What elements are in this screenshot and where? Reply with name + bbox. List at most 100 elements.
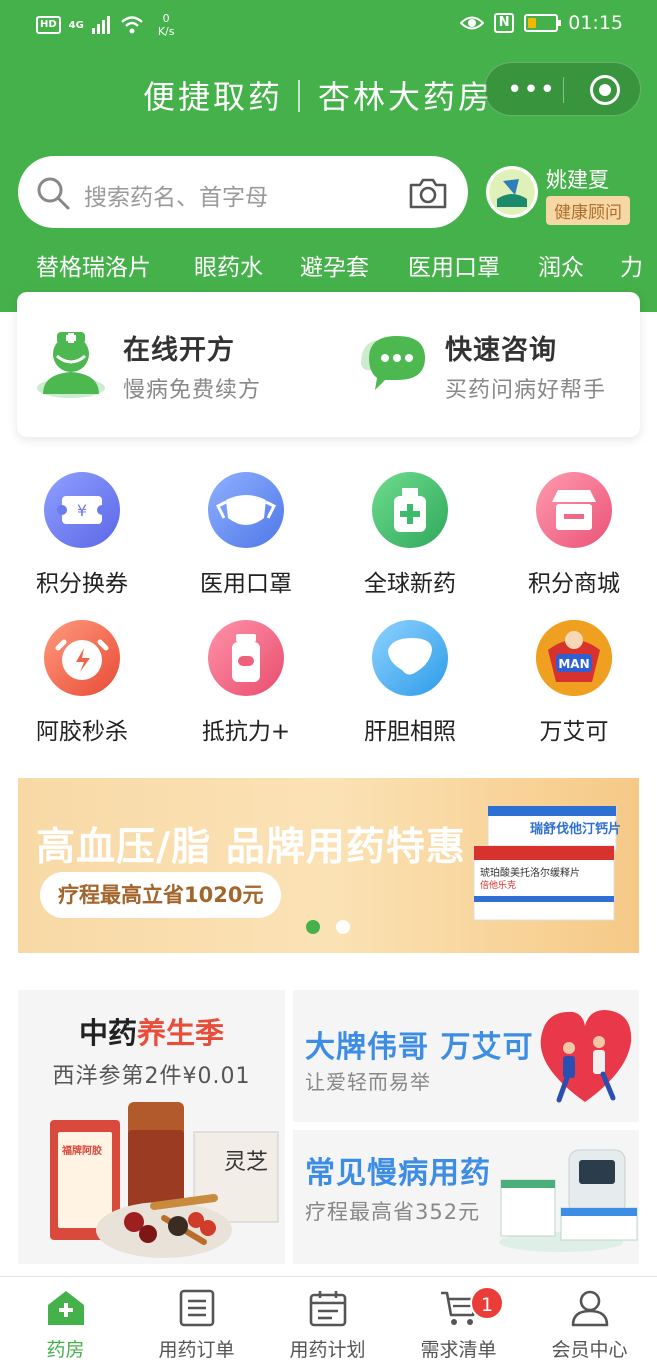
hot-tag[interactable]: 润众 — [538, 248, 584, 282]
grid-label: 积分换券 — [36, 571, 128, 597]
order-list-icon — [179, 1289, 215, 1327]
net-speed-unit: K/s — [157, 25, 175, 38]
promo-chronic-card[interactable]: 常见慢病用药 疗程最高省352元 — [293, 1130, 639, 1264]
grid-label: 抵抗力+ — [201, 719, 291, 745]
hot-tag[interactable]: 医用口罩 — [408, 248, 500, 282]
tab-pharmacy[interactable]: 药房 — [0, 1277, 131, 1366]
banner-title: 高血压/脂 品牌用药特惠 — [36, 825, 466, 870]
status-left: HD 4G 0 K/s — [36, 12, 175, 38]
miniapp-capsule: ••• — [484, 62, 641, 116]
grid-item-liver-gallbladder[interactable]: 肝胆相照 — [330, 620, 490, 750]
status-time: 01:15 — [568, 12, 623, 34]
grid-item-medical-mask[interactable]: 医用口罩 — [166, 472, 326, 602]
heart-couple-image — [540, 1010, 632, 1103]
promo-viagra-card[interactable]: 大牌伟哥 万艾可 让爱轻而易举 — [293, 990, 639, 1122]
coupon-icon: ¥ — [44, 472, 120, 548]
grid-item-immunity[interactable]: 抵抗力+ — [166, 620, 326, 750]
avatar-logo-icon — [490, 170, 534, 214]
blood-pressure-products-image — [499, 1149, 638, 1252]
promo-tcm-title-highlight: 养生季 — [137, 1016, 225, 1050]
cart-count-badge: 1 — [470, 1286, 504, 1320]
grid-label: 阿胶秒杀 — [36, 719, 128, 745]
mask-icon — [208, 472, 284, 548]
service-title: 在线开方 — [123, 335, 235, 366]
online-prescription-entry[interactable]: 在线开方 慢病免费续方 — [17, 292, 317, 437]
status-right: N 01:15 — [460, 12, 623, 34]
tcm-products-image — [50, 1102, 279, 1258]
svg-text:¥: ¥ — [77, 501, 87, 520]
store-icon — [536, 472, 612, 548]
search-icon — [37, 177, 70, 210]
tab-plan[interactable]: 用药计划 — [262, 1277, 393, 1366]
more-button[interactable]: ••• — [507, 75, 556, 105]
promo-tcm-subtitle: 西洋参第2件¥0.01 — [52, 1064, 251, 1089]
tab-label: 需求清单 — [420, 1339, 497, 1361]
hot-search-tags: 替格瑞洛片 眼药水 避孕套 医用口罩 润众 力 — [0, 248, 657, 288]
medicine-bottle-icon — [372, 472, 448, 548]
nfc-icon: N — [494, 13, 515, 33]
drug-box-label-2: 琥珀酸美托洛尔缓释片 — [480, 868, 580, 879]
search-placeholder: 搜索药名、首字母 — [84, 185, 268, 211]
hot-tag[interactable]: 替格瑞洛片 — [36, 248, 151, 282]
header: HD 4G 0 K/s N 01:15 便捷取药｜杏林大药房 ••• 搜索药名、首… — [0, 0, 657, 312]
quick-consult-entry[interactable]: 快速咨询 买药问病好帮手 — [339, 292, 639, 437]
tcm-logo-text: 福牌阿胶 — [62, 1146, 102, 1157]
wifi-icon — [121, 16, 143, 34]
promo-banner[interactable]: 高血压/脂 品牌用药特惠 疗程最高立省1020元 瑞舒伐他汀钙片 琥珀酸美托洛尔… — [18, 778, 639, 953]
camera-icon[interactable] — [408, 176, 448, 210]
grid-item-points-coupon[interactable]: ¥ 积分换券 — [2, 472, 162, 602]
promo-chronic-title: 常见慢病用药 — [305, 1156, 491, 1191]
grid-item-viagra[interactable]: MAN 万艾可 — [494, 620, 654, 750]
promo-chronic-subtitle: 疗程最高省352元 — [305, 1200, 481, 1224]
promo-tcm-card[interactable]: 中药养生季 西洋参第2件¥0.01 福牌阿胶 灵芝 — [18, 990, 285, 1264]
calendar-plan-icon — [309, 1291, 347, 1327]
capsule-divider — [563, 77, 564, 103]
avatar[interactable] — [486, 166, 538, 218]
hot-tag[interactable]: 避孕套 — [300, 248, 369, 282]
banner-discount-pill: 疗程最高立省1020元 — [40, 872, 282, 918]
grid-item-points-mall[interactable]: 积分商城 — [494, 472, 654, 602]
signal-icon — [91, 16, 110, 34]
pill-bottle-icon — [208, 620, 284, 696]
app-root: HD 4G 0 K/s N 01:15 便捷取药｜杏林大药房 ••• 搜索药名、首… — [0, 0, 657, 1366]
bottom-tab-bar: 药房 用药订单 用药计划 需求清单 会员中心 — [0, 1276, 657, 1366]
promo-tcm-title: 中药养生季 — [18, 1010, 285, 1052]
status-bar: HD 4G 0 K/s N 01:15 — [0, 0, 657, 50]
network-type: 4G — [68, 19, 84, 31]
user-name[interactable]: 姚建夏 — [546, 164, 609, 194]
grid-item-global-new-drugs[interactable]: 全球新药 — [330, 472, 490, 602]
search-input[interactable]: 搜索药名、首字母 — [18, 156, 468, 228]
user-role-badge: 健康顾问 — [546, 196, 630, 225]
grid-label: 万艾可 — [539, 719, 609, 745]
tab-member-center[interactable]: 会员中心 — [524, 1277, 655, 1366]
promo-viagra-subtitle: 让爱轻而易举 — [305, 1070, 431, 1094]
tcm-box-text: 灵芝 — [224, 1150, 269, 1175]
drug-box-label: 瑞舒伐他汀钙片 — [530, 822, 622, 837]
hot-tag[interactable]: 眼药水 — [194, 248, 263, 282]
net-speed-value: 0 — [162, 12, 170, 25]
promo-tcm-title-part1: 中药 — [78, 1016, 137, 1050]
banner-indicator[interactable] — [336, 920, 350, 934]
grid-item-ejiao-flash-sale[interactable]: 阿胶秒杀 — [2, 620, 162, 750]
hot-tag[interactable]: 力 — [620, 248, 643, 282]
tab-label: 药房 — [46, 1339, 85, 1361]
grid-label: 医用口罩 — [200, 571, 292, 597]
service-card: 在线开方 慢病免费续方 快速咨询 买药问病好帮手 — [17, 292, 640, 437]
banner-indicator-active[interactable] — [306, 920, 320, 934]
tab-orders[interactable]: 用药订单 — [131, 1277, 262, 1366]
superman-icon: MAN — [536, 620, 612, 696]
promo-viagra-title: 大牌伟哥 万艾可 — [305, 1030, 534, 1065]
drug-box-brand: 倍他乐克 — [480, 881, 517, 891]
tab-label: 用药计划 — [289, 1339, 366, 1361]
net-speed: 0 K/s — [158, 12, 175, 38]
page-title: 便捷取药｜杏林大药房 — [143, 78, 494, 116]
user-icon — [571, 1290, 609, 1327]
eye-icon — [460, 16, 485, 30]
drug-box-image: 瑞舒伐他汀钙片 琥珀酸美托洛尔缓释片 倍他乐克 — [470, 805, 625, 924]
service-title: 快速咨询 — [445, 335, 557, 366]
close-miniapp-button[interactable] — [590, 75, 620, 105]
liver-icon — [372, 620, 448, 696]
pharmacy-home-icon — [48, 1291, 84, 1325]
tab-demand-list[interactable]: 需求清单 — [393, 1277, 524, 1366]
grid-label: 积分商城 — [528, 571, 620, 597]
